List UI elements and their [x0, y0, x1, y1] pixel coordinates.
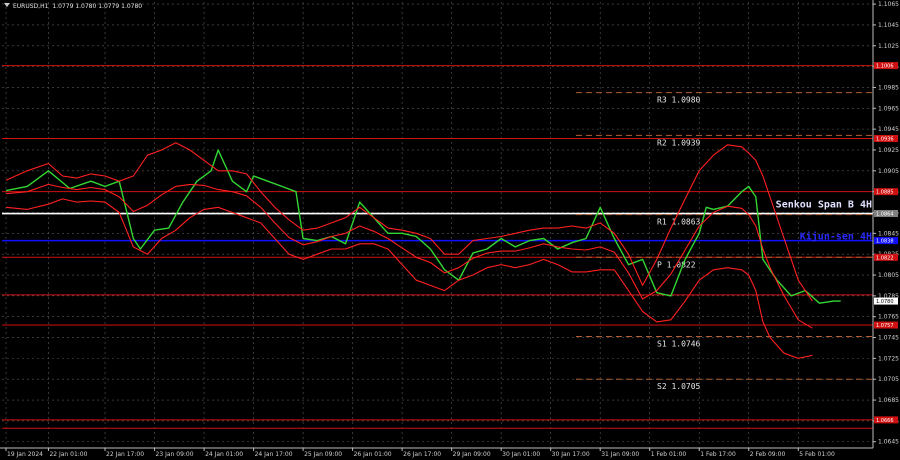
x-tick-label: 19 Jan 2024 — [7, 451, 43, 458]
pivot-label: R2 1.0939 — [657, 138, 701, 147]
level-price-label: 1.0838 — [876, 239, 894, 245]
y-tick-label: 1.0985 — [878, 84, 899, 91]
y-tick-label: 1.0945 — [878, 126, 899, 133]
x-tick-label: 26 Jan 17:00 — [403, 451, 441, 458]
current-price-label: 1.0780 — [876, 299, 894, 305]
y-tick-label: 1.0685 — [878, 397, 899, 404]
y-tick-label: 1.0705 — [878, 376, 899, 383]
x-tick-label: 26 Jan 01:00 — [354, 451, 392, 458]
ohlc-values: 1.0779 1.0780 1.0779 1.0780 — [52, 3, 142, 10]
x-tick-label: 30 Jan 01:00 — [502, 451, 540, 458]
x-tick-label: 31 Jan 09:00 — [601, 451, 639, 458]
level-price-label: 1.0864 — [876, 212, 894, 218]
y-tick-label: 1.0645 — [878, 439, 899, 446]
x-tick-label: 22 Jan 17:00 — [106, 451, 144, 458]
level-price-label: 1.0757 — [876, 323, 894, 329]
symbol-timeframe: EURUSD,H1 — [13, 3, 49, 10]
pivot-label: S1 1.0746 — [657, 340, 701, 349]
y-tick-label: 1.0725 — [878, 355, 899, 362]
pivot-label: R3 1.0980 — [657, 96, 701, 105]
y-tick-label: 1.1025 — [878, 43, 899, 50]
x-tick-label: 2 Feb 09:00 — [750, 451, 786, 458]
level-price-label: 1.1006 — [876, 64, 894, 70]
level-price-label: 1.0822 — [876, 255, 894, 261]
pivot-label: R1 1.0863 — [657, 218, 701, 227]
level-price-label: 1.0666 — [876, 418, 894, 424]
x-tick-label: 5 Feb 01:00 — [799, 451, 835, 458]
x-tick-label: 22 Jan 01:00 — [49, 451, 87, 458]
x-tick-label: 24 Jan 17:00 — [255, 451, 293, 458]
y-tick-label: 1.0745 — [878, 335, 899, 342]
y-tick-label: 1.1045 — [878, 22, 899, 29]
x-tick-label: 29 Jan 09:00 — [453, 451, 491, 458]
indicator-label: Kijun-sen 4H — [800, 230, 872, 242]
x-tick-label: 25 Jan 09:00 — [304, 451, 342, 458]
y-tick-label: 1.0805 — [878, 272, 899, 279]
chart-background — [0, 0, 900, 460]
level-price-label: 1.0936 — [876, 137, 894, 143]
y-tick-label: 1.1065 — [878, 1, 899, 8]
y-tick-label: 1.0845 — [878, 230, 899, 237]
x-tick-label: 30 Jan 17:00 — [552, 451, 590, 458]
chart-title: EURUSD,H1 1.0779 1.0780 1.0779 1.0780 — [13, 3, 142, 10]
price-chart[interactable]: R3 1.0980R2 1.0939R1 1.0863P 1.0822S1 1.… — [0, 0, 900, 460]
x-tick-label: 1 Feb 01:00 — [651, 451, 687, 458]
level-price-label: 1.0885 — [876, 190, 894, 196]
y-tick-label: 1.0925 — [878, 147, 899, 154]
x-tick-label: 24 Jan 01:00 — [205, 451, 243, 458]
y-tick-label: 1.0905 — [878, 168, 899, 175]
indicator-label: Senkou Span B 4H — [776, 200, 872, 211]
x-tick-label: 23 Jan 09:00 — [156, 451, 194, 458]
pivot-label: S2 1.0705 — [657, 382, 701, 391]
y-tick-label: 1.0965 — [878, 105, 899, 112]
y-tick-label: 1.0765 — [878, 314, 899, 321]
x-tick-label: 1 Feb 17:00 — [700, 451, 736, 458]
